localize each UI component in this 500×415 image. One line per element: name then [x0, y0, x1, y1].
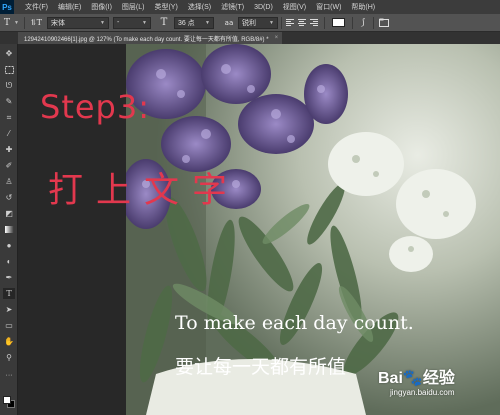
warp-text-icon[interactable]: ⟆: [356, 16, 370, 30]
menu-window[interactable]: 窗口(W): [311, 2, 346, 12]
canvas-english-text: To make each day count.: [175, 312, 414, 334]
menu-file[interactable]: 文件(F): [20, 2, 53, 12]
history-brush-tool-icon[interactable]: ↺: [3, 192, 15, 203]
tutorial-instruction: 打上文字: [48, 171, 241, 211]
menu-help[interactable]: 帮助(H): [346, 2, 380, 12]
menu-select[interactable]: 选择(S): [183, 2, 216, 12]
watermark-url: jingyan.baidu.com: [390, 388, 455, 397]
dodge-tool-icon[interactable]: ◐: [3, 256, 15, 267]
antialias-select[interactable]: 锐利 ▼: [237, 16, 278, 29]
photoshop-logo: Ps: [0, 0, 14, 14]
shape-tool-icon[interactable]: ▭: [3, 320, 15, 331]
more-tools-icon[interactable]: ···: [3, 370, 15, 381]
document-tab-bar: 12942410902466[1].jpg @ 127% (To make ea…: [0, 32, 500, 44]
font-size-icon: T: [160, 17, 168, 28]
eyedropper-tool-icon[interactable]: ⁄: [3, 128, 15, 139]
font-size-select[interactable]: 36 点 ▼: [173, 16, 214, 29]
preset-dropdown-arrow-icon[interactable]: ▼: [14, 20, 19, 26]
divider: [23, 16, 25, 29]
foreground-color-swatch[interactable]: [3, 396, 11, 404]
document-tab-title: 12942410902466[1].jpg @ 127% (To make ea…: [24, 36, 269, 43]
type-tool-preset-icon[interactable]: T: [0, 16, 14, 30]
divider: [323, 16, 325, 29]
stamp-tool-icon[interactable]: ♙: [3, 176, 15, 187]
font-family-select[interactable]: 宋体 ▼: [46, 16, 109, 29]
type-tool-icon[interactable]: T: [3, 288, 15, 299]
eraser-tool-icon[interactable]: ◩: [3, 208, 15, 219]
chevron-down-icon: ▼: [269, 19, 274, 26]
document-canvas[interactable]: To make each day count. 要让每一天都有所值 Bai🐾经验…: [126, 44, 500, 415]
lasso-tool-icon[interactable]: ᘎ: [3, 80, 15, 91]
antialias-icon: aa: [224, 18, 234, 27]
quick-select-tool-icon[interactable]: ✎: [3, 96, 15, 107]
close-icon[interactable]: ×: [275, 35, 279, 41]
font-style-value: -: [116, 19, 120, 26]
menu-view[interactable]: 视图(V): [278, 2, 311, 12]
divider: [280, 16, 282, 29]
document-tab[interactable]: 12942410902466[1].jpg @ 127% (To make ea…: [18, 32, 283, 44]
text-orientation-icon[interactable]: ⥮T: [28, 16, 44, 30]
blur-tool-icon[interactable]: ●: [3, 240, 15, 251]
character-panel-icon[interactable]: [377, 16, 391, 30]
color-swatches[interactable]: [3, 396, 16, 409]
photoshop-window: Ps 文件(F) 编辑(E) 图像(I) 图层(L) 类型(Y) 选择(S) 滤…: [0, 0, 500, 415]
crop-tool-icon[interactable]: ⌗: [3, 112, 15, 123]
menu-image[interactable]: 图像(I): [86, 2, 117, 12]
healing-tool-icon[interactable]: ✚: [3, 144, 15, 155]
font-family-value: 宋体: [50, 19, 65, 27]
align-right-icon[interactable]: [309, 18, 320, 28]
pen-tool-icon[interactable]: ✒: [3, 272, 15, 283]
gradient-tool-icon[interactable]: [3, 224, 15, 235]
tutorial-step-label: Step3:: [40, 88, 150, 126]
canvas-chinese-text: 要让每一天都有所值: [175, 356, 347, 378]
path-select-tool-icon[interactable]: ➤: [3, 304, 15, 315]
align-center-icon[interactable]: [297, 18, 308, 28]
font-style-select[interactable]: - ▼: [112, 16, 151, 29]
chevron-down-icon: ▼: [205, 19, 210, 26]
font-size-value: 36 点: [177, 19, 195, 27]
baidu-jingyan-watermark: Bai🐾经验: [378, 370, 455, 387]
marquee-tool-icon[interactable]: [3, 64, 15, 75]
zoom-tool-icon[interactable]: ⚲: [3, 352, 15, 363]
tools-panel: ✥ ᘎ ✎ ⌗ ⁄ ✚ ✐ ♙ ↺ ◩ ● ◐ ✒ T ➤ ▭ ✋ ⚲ ···: [0, 44, 18, 415]
menu-layer[interactable]: 图层(L): [117, 2, 150, 12]
menu-filter[interactable]: 滤镜(T): [216, 2, 249, 12]
text-color-swatch[interactable]: [331, 18, 345, 27]
hand-tool-icon[interactable]: ✋: [3, 336, 15, 347]
divider: [351, 16, 353, 29]
menu-edit[interactable]: 编辑(E): [53, 2, 86, 12]
menu-type[interactable]: 类型(Y): [149, 2, 182, 12]
options-bar: T ▼ ⥮T 宋体 ▼ - ▼ T 36 点 ▼ aa 锐利 ▼ ⟆: [0, 14, 500, 32]
align-left-icon[interactable]: [285, 18, 296, 28]
menu-bar: Ps 文件(F) 编辑(E) 图像(I) 图层(L) 类型(Y) 选择(S) 滤…: [0, 0, 500, 14]
chevron-down-icon: ▼: [100, 19, 105, 26]
antialias-value: 锐利: [241, 19, 256, 27]
brush-tool-icon[interactable]: ✐: [3, 160, 15, 171]
chevron-down-icon: ▼: [142, 19, 147, 26]
move-tool-icon[interactable]: ✥: [3, 48, 15, 59]
divider: [372, 16, 374, 29]
menu-3d[interactable]: 3D(D): [249, 4, 278, 11]
